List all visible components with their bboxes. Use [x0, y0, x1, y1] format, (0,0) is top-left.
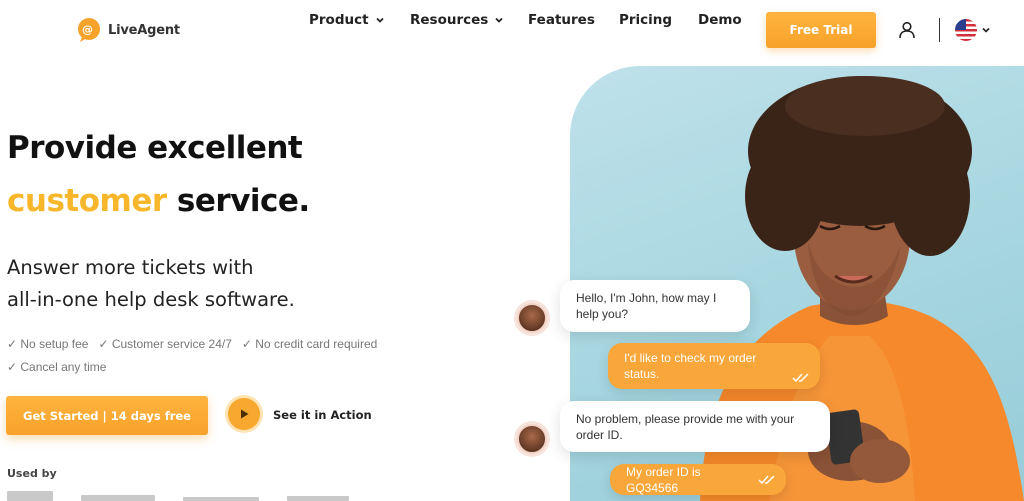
hero-subtitle: Answer more tickets with all-in-one help… — [7, 252, 295, 316]
hero-title-line1: Provide excellent — [7, 130, 303, 166]
chat-message-agent: Hello, I'm John, how may I help you? — [560, 280, 750, 332]
see-in-action-link[interactable]: See it in Action — [273, 408, 372, 422]
check-item: ✓ Customer service 24/7 — [98, 337, 232, 351]
chevron-down-icon[interactable] — [981, 25, 991, 35]
check-item: ✓ No credit card required — [241, 337, 378, 351]
site-header: @ LiveAgent Product Resources Features P… — [0, 0, 1024, 62]
client-logo — [183, 497, 259, 501]
get-started-button[interactable]: Get Started | 14 days free — [6, 396, 208, 435]
chat-message-text: No problem, please provide me with your … — [576, 411, 795, 442]
nav-product-label: Product — [309, 12, 369, 28]
chat-message-text: I'd like to check my order status. — [624, 351, 757, 381]
agent-avatar — [517, 424, 547, 454]
nav-features-label: Features — [528, 12, 595, 28]
check-item: ✓ No setup fee — [7, 337, 89, 351]
nav-product[interactable]: Product — [309, 12, 385, 28]
double-check-icon — [758, 475, 775, 485]
nav-features[interactable]: Features — [528, 12, 595, 28]
feature-checklist: ✓ No setup fee ✓ Customer service 24/7 ✓ N… — [7, 333, 407, 379]
chat-message-text: Hello, I'm John, how may I help you? — [576, 291, 717, 321]
chat-message-agent: No problem, please provide me with your … — [560, 401, 830, 452]
chevron-down-icon — [375, 17, 384, 23]
client-logos — [7, 491, 349, 501]
hero-title-accent: customer — [7, 183, 167, 219]
svg-text:@: @ — [82, 23, 93, 36]
hero-subtitle-line2: all-in-one help desk software. — [7, 288, 295, 311]
nav-resources[interactable]: Resources — [410, 12, 504, 28]
chat-message-customer: My order ID is GQ34566 — [610, 464, 786, 495]
nav-demo-label: Demo — [698, 12, 742, 28]
client-logo — [7, 491, 53, 501]
hero-title-rest: service. — [166, 183, 310, 219]
chat-message-customer: I'd like to check my order status. — [608, 343, 820, 389]
nav-pricing[interactable]: Pricing — [619, 12, 672, 28]
check-item: ✓ Cancel any time — [7, 360, 107, 374]
nav-pricing-label: Pricing — [619, 12, 673, 28]
nav-resources-label: Resources — [410, 12, 489, 28]
chevron-down-icon — [495, 17, 503, 23]
double-check-icon — [792, 373, 809, 383]
client-logo — [287, 496, 349, 501]
us-flag-icon[interactable] — [955, 19, 977, 41]
client-logo — [81, 495, 155, 501]
agent-avatar — [517, 303, 547, 333]
hero-subtitle-line1: Answer more tickets with — [7, 256, 254, 279]
user-icon[interactable] — [898, 21, 916, 39]
liveagent-logo-icon: @ — [78, 18, 100, 42]
play-button[interactable] — [228, 398, 260, 430]
hero-title-line2: customer service. — [7, 186, 310, 217]
used-by-label: Used by — [7, 467, 57, 480]
logo[interactable]: @ LiveAgent — [76, 17, 180, 43]
free-trial-button[interactable]: Free Trial — [766, 12, 876, 48]
chat-message-text: My order ID is GQ34566 — [626, 464, 701, 495]
header-divider — [939, 18, 940, 42]
logo-text: LiveAgent — [108, 22, 180, 38]
nav-demo[interactable]: Demo — [698, 12, 742, 28]
play-icon — [241, 409, 249, 419]
